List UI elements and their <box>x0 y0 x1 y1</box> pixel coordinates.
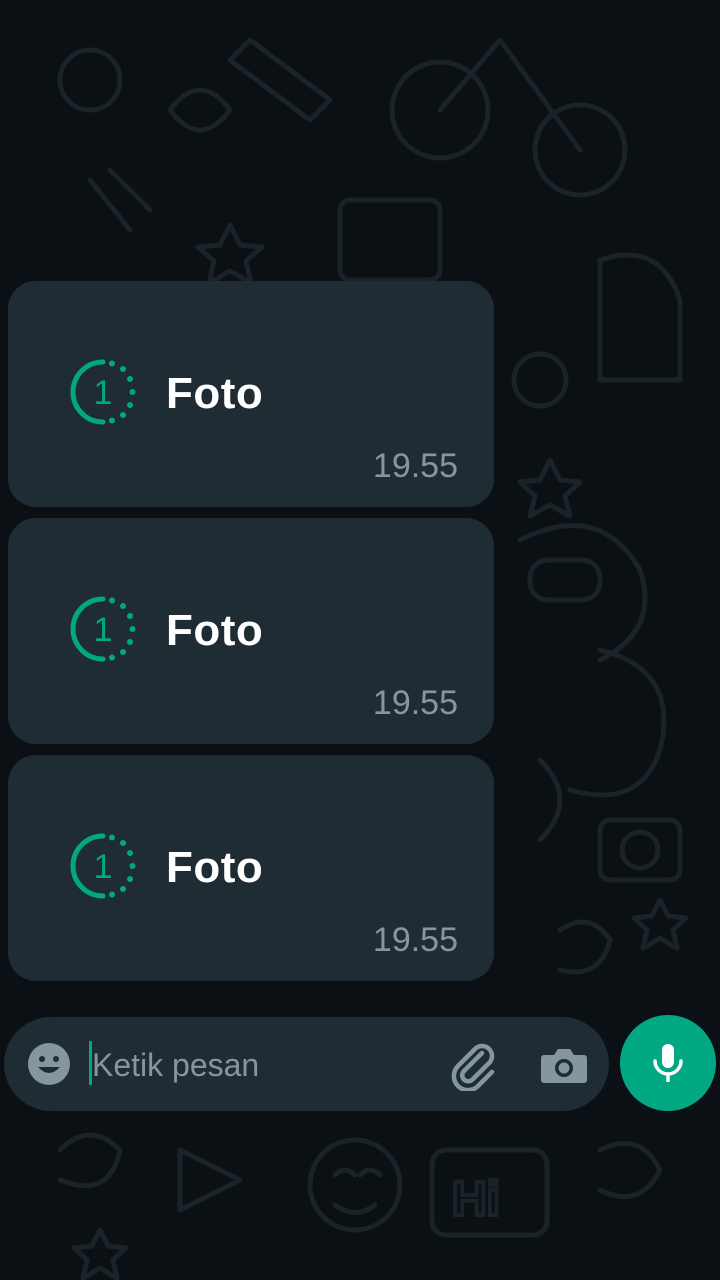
text-cursor <box>89 1041 92 1085</box>
message-bubble[interactable]: 1 Foto 19.55 <box>8 518 494 744</box>
message-text: Foto <box>166 606 264 655</box>
view-once-icon: 1 <box>70 596 136 662</box>
emoji-icon[interactable] <box>26 1041 72 1087</box>
view-once-icon: 1 <box>70 359 136 425</box>
svg-text:1: 1 <box>94 848 113 886</box>
microphone-icon <box>653 1044 683 1082</box>
message-input[interactable] <box>90 1037 424 1093</box>
message-composer <box>4 1017 609 1111</box>
message-time: 19.55 <box>372 447 458 485</box>
message-bubble[interactable]: 1 Foto 19.55 <box>8 281 494 507</box>
view-once-icon: 1 <box>70 833 136 899</box>
message-bubble[interactable]: 1 Foto 19.55 <box>8 755 494 981</box>
chat-screen: Hi 1 Foto 19.55 1 Foto 19.55 1 Foto 19.5… <box>0 0 720 1280</box>
svg-text:1: 1 <box>94 611 113 649</box>
voice-record-button[interactable] <box>620 1015 716 1111</box>
message-text: Foto <box>166 843 264 892</box>
paperclip-icon[interactable] <box>448 1039 500 1091</box>
message-time: 19.55 <box>372 921 458 959</box>
message-text: Foto <box>166 369 264 418</box>
svg-text:Hi: Hi <box>452 1173 500 1226</box>
camera-icon[interactable] <box>538 1039 590 1091</box>
message-time: 19.55 <box>372 684 458 722</box>
svg-text:1: 1 <box>94 374 113 412</box>
